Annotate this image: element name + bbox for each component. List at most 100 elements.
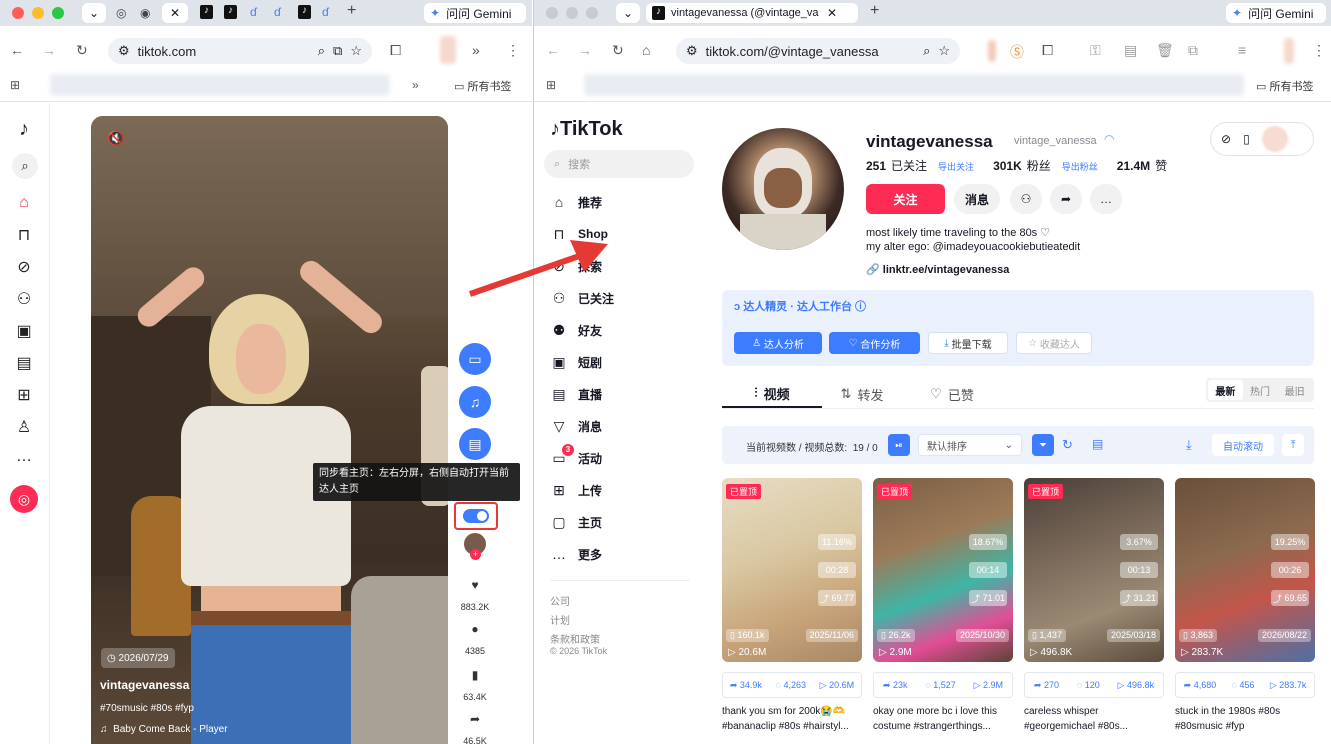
url-text[interactable]: tiktok.com xyxy=(138,44,197,59)
tab-search-button[interactable]: ⌄ xyxy=(82,3,106,23)
tab-active[interactable]: ♪ vintagevanessa (@vintage_va ✕ xyxy=(646,3,858,23)
play-all-button[interactable]: ⏯ xyxy=(888,434,910,456)
profile-avatar[interactable] xyxy=(440,36,456,64)
back-icon[interactable]: ← xyxy=(546,42,560,58)
new-tab-button[interactable]: + xyxy=(347,2,356,20)
sidebar-item-1[interactable]: ⌂ 推荐 xyxy=(550,191,602,213)
sort-oldest[interactable]: 最旧 xyxy=(1277,383,1312,398)
close-tab-icon[interactable]: ✕ xyxy=(170,6,180,20)
video-card[interactable]: 已置顶 3.67% 00:13 ⤴ 31.21 ▯ 1,437 2025/03/18 ▷ 4… xyxy=(1024,478,1164,662)
home-icon[interactable]: ⌂ xyxy=(642,42,650,58)
profile-icon[interactable]: ♙ xyxy=(12,415,36,439)
refresh-icon[interactable]: ↻ xyxy=(1062,437,1073,453)
maximize-window-button[interactable] xyxy=(586,7,598,19)
video-author[interactable]: vintagevanessa xyxy=(100,678,189,692)
forward-icon[interactable]: → xyxy=(42,42,56,58)
tab-reposts[interactable]: ⇅ 转发 xyxy=(822,380,902,408)
plugin-float-icon[interactable]: ◎ xyxy=(10,485,38,513)
video-card[interactable]: 19.25% 00:26 ⤴ 69.65 ▯ 3,863 2026/08/22 ▷ 283… xyxy=(1175,478,1315,662)
minimize-window-button[interactable] xyxy=(566,7,578,19)
sidebar-item-6[interactable]: ▣ 短剧 xyxy=(550,351,602,373)
site-settings-icon[interactable]: ⚙ xyxy=(118,43,130,59)
tab-liked[interactable]: ♡ 已赞 xyxy=(912,380,992,408)
creator-analysis-button[interactable]: ♙ 达人分析 xyxy=(734,332,822,354)
forward-icon[interactable]: → xyxy=(578,42,592,58)
message-button[interactable]: 消息 xyxy=(954,184,1000,214)
tab-favicon-2[interactable]: ◉ xyxy=(140,6,150,20)
sidebar-item-11[interactable]: ▢ 主页 xyxy=(550,511,602,533)
following-icon[interactable]: ⚇ xyxy=(12,287,36,311)
tab-favicon-d[interactable]: ɗ xyxy=(274,5,281,19)
more-options-button[interactable]: … xyxy=(1090,184,1122,214)
profile-avatar-large[interactable] xyxy=(722,128,844,250)
minimize-window-button[interactable] xyxy=(32,7,44,19)
video-music[interactable]: ♫ Baby Come Back - Player xyxy=(100,724,228,735)
tab-search-button[interactable]: ⌄ xyxy=(616,3,640,23)
share-icon[interactable]: ➦ xyxy=(455,712,495,726)
tab-videos[interactable]: ⫶ 视频 xyxy=(722,380,822,408)
mute-icon[interactable]: 🔇 xyxy=(107,130,124,147)
extension-s-icon[interactable]: Ⓢ xyxy=(1010,42,1024,62)
heart-icon[interactable]: ♥ xyxy=(455,578,495,592)
new-tab-button[interactable]: + xyxy=(870,2,879,20)
follow-button[interactable]: 关注 xyxy=(866,184,945,214)
video-action-button[interactable]: ▭ xyxy=(459,343,491,375)
sidebar-item-8[interactable]: ▽ 消息 xyxy=(550,415,602,437)
video-caption[interactable]: okay one more bc i love this costume #st… xyxy=(873,704,1015,736)
maximize-window-button[interactable] xyxy=(52,7,64,19)
help-icon[interactable]: ⓘ xyxy=(855,301,866,313)
close-tab-icon[interactable]: ✕ xyxy=(827,6,837,20)
batch-download-button[interactable]: ⤓ 批量下载 xyxy=(928,332,1008,354)
search-input[interactable]: ⌕ 搜索 xyxy=(544,150,694,178)
user-avatar-small[interactable] xyxy=(1261,126,1288,152)
double-chevron-icon[interactable]: » xyxy=(472,42,480,58)
bookmark-star-icon[interactable]: ☆ xyxy=(350,43,362,59)
sort-latest[interactable]: 最新 xyxy=(1208,380,1243,400)
video-hashtags[interactable]: #70smusic #80s #fyp xyxy=(100,703,194,714)
video-caption[interactable]: thank you sm for 200k😭🫶 #bananaclip #80s… xyxy=(722,704,864,736)
close-window-button[interactable] xyxy=(546,7,558,19)
zoom-icon[interactable]: ⌕ xyxy=(923,43,930,59)
share-profile-button[interactable]: ➦ xyxy=(1050,184,1082,214)
sidebar-item-10[interactable]: ⊞ 上传 xyxy=(550,479,602,501)
extension-trash-icon[interactable]: 🗑 xyxy=(1156,42,1174,59)
coop-analysis-button[interactable]: ♡ 合作分析 xyxy=(829,332,920,354)
home-icon[interactable]: ⌂ xyxy=(12,191,36,215)
add-friend-button[interactable]: ⚇ xyxy=(1010,184,1042,214)
extensions-icon[interactable]: ⧠ xyxy=(1042,42,1053,59)
address-bar[interactable]: ⚙ tiktok.com ⌕ ⧉ ☆ xyxy=(108,38,372,64)
live-icon[interactable]: ▤ xyxy=(12,351,36,375)
extensions-icon[interactable]: ⧠ xyxy=(390,42,401,59)
export-following-link[interactable]: 导出关注 xyxy=(938,160,974,173)
close-window-button[interactable] xyxy=(12,7,24,19)
url-text[interactable]: tiktok.com/@vintage_vanessa xyxy=(706,44,879,59)
extension-list-icon[interactable]: ≡ xyxy=(1238,42,1246,58)
follow-plus-icon[interactable]: + xyxy=(470,549,481,560)
scroll-top-button[interactable]: ⤒ xyxy=(1282,434,1304,456)
doc-action-button[interactable]: ▤ xyxy=(459,428,491,460)
extension-doc-icon[interactable]: ▤ xyxy=(1124,42,1137,59)
extension-key-icon[interactable]: ⚿ xyxy=(1090,42,1101,59)
tab-active[interactable]: ✕ xyxy=(162,3,188,23)
music-action-button[interactable]: ♫ xyxy=(459,386,491,418)
auto-scroll-button[interactable]: 自动滚动 xyxy=(1212,434,1274,456)
compass-icon[interactable]: ⊘ xyxy=(1221,132,1231,146)
profile-link[interactable]: 🔗 linktr.ee/vintagevanessa xyxy=(866,263,1009,276)
video-caption[interactable]: careless whisper #georgemichael #80s... xyxy=(1024,704,1166,736)
extension-blurred[interactable] xyxy=(988,40,996,62)
tab-favicon-d[interactable]: ɗ xyxy=(250,5,257,19)
footer-link[interactable]: 计划 xyxy=(550,612,570,627)
video-caption[interactable]: stuck in the 1980s #80s #80smusic #fyp xyxy=(1175,704,1317,736)
footer-link[interactable]: 条款和政策 xyxy=(550,631,600,646)
install-icon[interactable]: ⧉ xyxy=(333,43,342,59)
tiktok-tab-icon[interactable]: ♪ xyxy=(298,5,311,19)
gemini-button[interactable]: ✦ 问问 Gemini xyxy=(1226,3,1326,23)
apps-grid-icon[interactable]: ⊞ xyxy=(546,78,556,92)
sync-toggle[interactable] xyxy=(463,509,489,523)
compass-icon[interactable]: ⊘ xyxy=(12,255,36,279)
drama-icon[interactable]: ▣ xyxy=(12,319,36,343)
more-icon[interactable]: … xyxy=(12,445,36,469)
site-settings-icon[interactable]: ⚙ xyxy=(686,43,698,59)
all-bookmarks[interactable]: ▭ 所有书签 xyxy=(454,78,511,94)
video-card[interactable]: 已置顶 18.67% 00:14 ⤴ 71.01 ▯ 26.2k 2025/10/30 ▷ … xyxy=(873,478,1013,662)
